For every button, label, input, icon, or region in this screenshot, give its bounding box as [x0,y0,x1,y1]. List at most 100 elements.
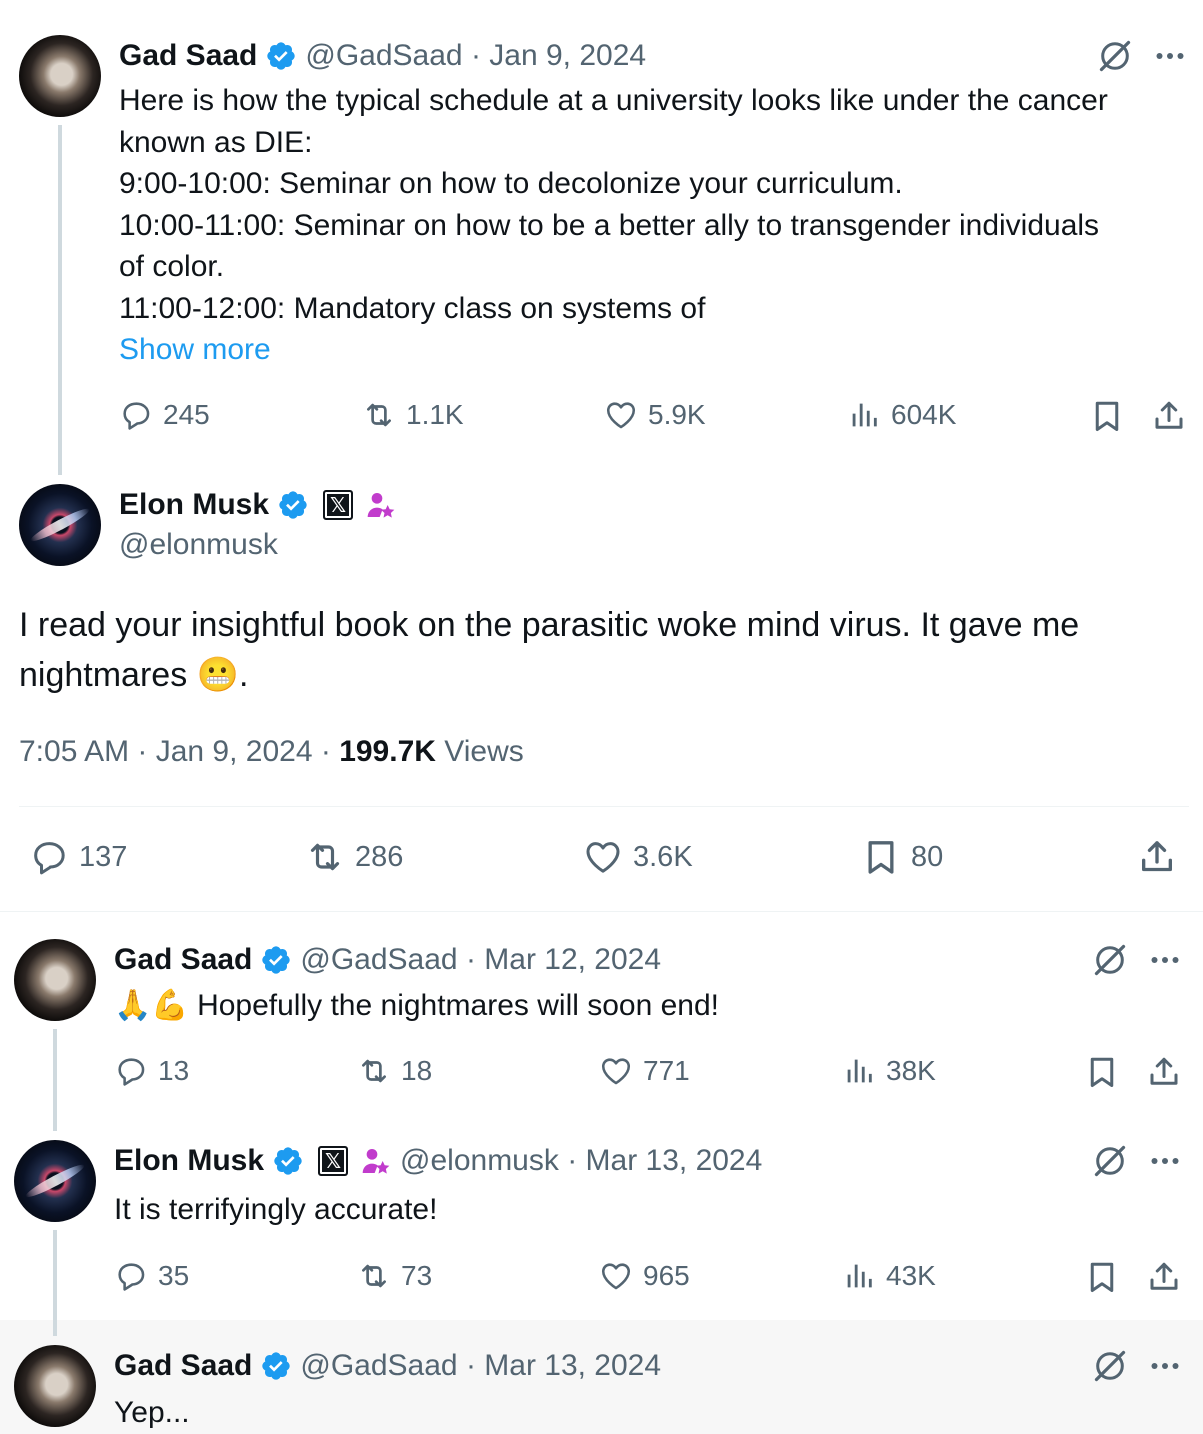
author-handle[interactable]: @elonmusk [119,528,278,562]
views-label: Views [435,735,524,768]
share-icon[interactable] [1151,398,1187,434]
tweet-text-line: 9:00-10:00: Seminar on how to decolonize… [119,167,903,200]
verified-badge-icon[interactable] [277,489,309,521]
x-affiliate-badge-icon[interactable]: 𝕏 [318,1146,349,1176]
like-button[interactable]: 771 [599,1054,690,1088]
repost-icon [357,1054,391,1088]
verified-badge-icon[interactable] [265,40,297,72]
views-icon [847,398,881,432]
more-dots-icon[interactable] [1147,1348,1183,1384]
verified-badge-icon[interactable] [260,1350,292,1382]
more-dots-icon[interactable] [1147,942,1183,978]
avatar-elonmusk[interactable] [14,1140,96,1222]
views-icon [842,1259,876,1293]
avatar-gadsaad[interactable] [14,1345,96,1427]
avatar-gadsaad[interactable] [19,35,101,117]
divider [19,806,1189,807]
views-button[interactable]: 43K [842,1259,936,1293]
reply-button[interactable]: 245 [119,398,210,432]
author-name[interactable]: Gad Saad [114,943,252,977]
like-count: 965 [643,1260,690,1291]
like-button[interactable]: 965 [599,1259,690,1293]
reply-icon [119,398,153,432]
views-count: 604K [891,399,957,430]
like-button[interactable]: 5.9K [604,398,706,432]
repost-button[interactable]: 18 [357,1054,432,1088]
bookmark-icon[interactable] [1089,398,1125,434]
author-name[interactable]: Elon Musk [119,488,269,522]
main-tweet-text-line: I read your insightful book on the paras… [19,606,1080,644]
x-affiliate-badge-icon[interactable]: 𝕏 [323,490,354,520]
author-handle-date[interactable]: @GadSaad · Jan 9, 2024 [305,39,646,73]
affiliate-person-star-icon[interactable] [365,489,397,521]
tweet-text: 🙏💪 Hopefully the nightmares will soon en… [114,985,719,1027]
avatar-elonmusk[interactable] [19,484,101,566]
bookmark-count: 80 [911,840,944,873]
main-tweet-timestamp: 7:05 AM · Jan 9, 2024 · 199.7K Views [19,735,524,769]
repost-button[interactable]: 286 [305,837,403,877]
tweet-text: Here is how the typical schedule at a un… [119,80,1189,371]
affiliate-person-star-icon[interactable] [360,1145,392,1177]
repost-count: 286 [355,840,404,873]
repost-icon [305,837,345,877]
like-count: 5.9K [648,399,706,430]
main-tweet-text-tail: . [239,656,249,694]
author-name[interactable]: Gad Saad [119,39,257,73]
bookmark-icon[interactable] [1084,1259,1120,1295]
timestamp[interactable]: 7:05 AM · Jan 9, 2024 · [19,735,339,768]
reply-icon [29,837,69,877]
reply-count: 137 [79,840,128,873]
views-count: 43K [886,1260,936,1291]
repost-button[interactable]: 1.1K [362,398,464,432]
like-icon [599,1259,633,1293]
tweet-header: Gad Saad @GadSaad · Mar 12, 2024 [114,942,661,978]
tweet-text-line: of color. [119,250,225,283]
repost-icon [357,1259,391,1293]
like-icon [583,837,623,877]
repost-icon [362,398,396,432]
tweet-text: It is terrifyingly accurate! [114,1193,438,1226]
verified-badge-icon[interactable] [272,1145,304,1177]
grok-icon[interactable] [1092,942,1128,978]
reply-count: 245 [163,399,210,430]
reply-button[interactable]: 13 [114,1054,189,1088]
show-more-link[interactable]: Show more [119,329,1189,371]
grok-icon[interactable] [1092,1348,1128,1384]
reply-button[interactable]: 137 [29,837,127,877]
author-handle-date[interactable]: @GadSaad · Mar 12, 2024 [300,943,661,977]
reply-icon [114,1259,148,1293]
main-tweet-text-line-2: nightmares 😬. [19,650,1189,700]
share-icon[interactable] [1146,1259,1182,1295]
thread-line [58,125,62,475]
more-dots-icon[interactable] [1152,38,1188,74]
tweet-header: Elon Musk 𝕏 @elonmusk · Mar 13, 2024 [114,1142,762,1180]
author-handle-date[interactable]: @GadSaad · Mar 13, 2024 [300,1349,661,1383]
reply-icon [114,1054,148,1088]
author-name[interactable]: Elon Musk [114,1144,264,1178]
like-count: 771 [643,1055,690,1086]
like-icon [604,398,638,432]
grok-icon[interactable] [1092,1143,1128,1179]
bookmark-button[interactable]: 80 [861,837,943,877]
author-handle-date[interactable]: @elonmusk · Mar 13, 2024 [400,1144,762,1178]
bookmark-icon[interactable] [1084,1054,1120,1090]
share-icon[interactable] [1137,837,1177,877]
grok-icon[interactable] [1097,38,1133,74]
views-count: 38K [886,1055,936,1086]
tweet-text-line: 10:00-11:00: Seminar on how to be a bett… [119,208,1100,242]
views-button[interactable]: 604K [847,398,956,432]
verified-badge-icon[interactable] [260,944,292,976]
like-icon [599,1054,633,1088]
more-dots-icon[interactable] [1147,1143,1183,1179]
repost-button[interactable]: 73 [357,1259,432,1293]
like-button[interactable]: 3.6K [583,837,693,877]
avatar-gadsaad[interactable] [14,939,96,1021]
tweet-text-line: known as DIE: [119,125,313,159]
thread-line [53,1029,57,1131]
author-name[interactable]: Gad Saad [114,1349,252,1383]
reply-button[interactable]: 35 [114,1259,189,1293]
views-button[interactable]: 38K [842,1054,936,1088]
tweet-text: Yep... [114,1396,190,1429]
reply-count: 13 [158,1055,190,1086]
share-icon[interactable] [1146,1054,1182,1090]
